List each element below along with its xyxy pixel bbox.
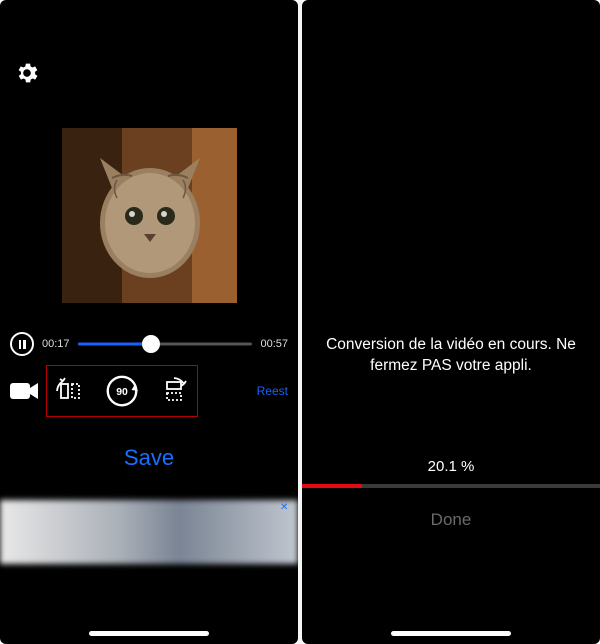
scrub-thumb[interactable] [142, 335, 160, 353]
ad-close-icon[interactable]: ✕ [280, 502, 292, 514]
conversion-line1: Conversion de la vidéo en cours. Ne [310, 335, 592, 356]
player-controls: 00:17 00:57 [0, 332, 298, 356]
scrubber[interactable] [78, 334, 253, 354]
progress-fill [302, 484, 362, 488]
edit-controls: 90 Reest [0, 365, 298, 417]
video-preview[interactable] [62, 128, 237, 303]
progress-percent: 20.1 % [302, 458, 600, 475]
conversion-screen: Conversion de la vidéo en cours. Ne ferm… [302, 0, 600, 644]
progress-bar [302, 484, 600, 488]
home-indicator[interactable] [89, 631, 209, 636]
rotate-toolbox: 90 [46, 365, 198, 417]
current-time: 00:17 [42, 338, 70, 350]
camera-icon[interactable] [10, 380, 40, 402]
svg-text:90: 90 [116, 387, 128, 398]
ad-banner[interactable] [0, 500, 298, 564]
home-indicator[interactable] [391, 631, 511, 636]
settings-button[interactable] [14, 60, 40, 86]
conversion-message: Conversion de la vidéo en cours. Ne ferm… [302, 335, 600, 377]
done-button[interactable]: Done [302, 510, 600, 530]
editor-screen: 00:17 00:57 90 [0, 0, 298, 644]
reset-link[interactable]: Reest [257, 384, 288, 398]
cat-image [62, 128, 237, 303]
scrub-fill [78, 343, 151, 346]
pause-icon [19, 340, 26, 349]
flip-horizontal-icon[interactable] [55, 376, 85, 406]
conversion-line2: fermez PAS votre appli. [310, 356, 592, 377]
total-time: 00:57 [260, 338, 288, 350]
pause-button[interactable] [10, 332, 34, 356]
flip-vertical-icon[interactable] [159, 376, 189, 406]
gear-icon [14, 60, 40, 86]
rotate-90-icon[interactable]: 90 [103, 372, 141, 410]
save-button[interactable]: Save [0, 445, 298, 471]
